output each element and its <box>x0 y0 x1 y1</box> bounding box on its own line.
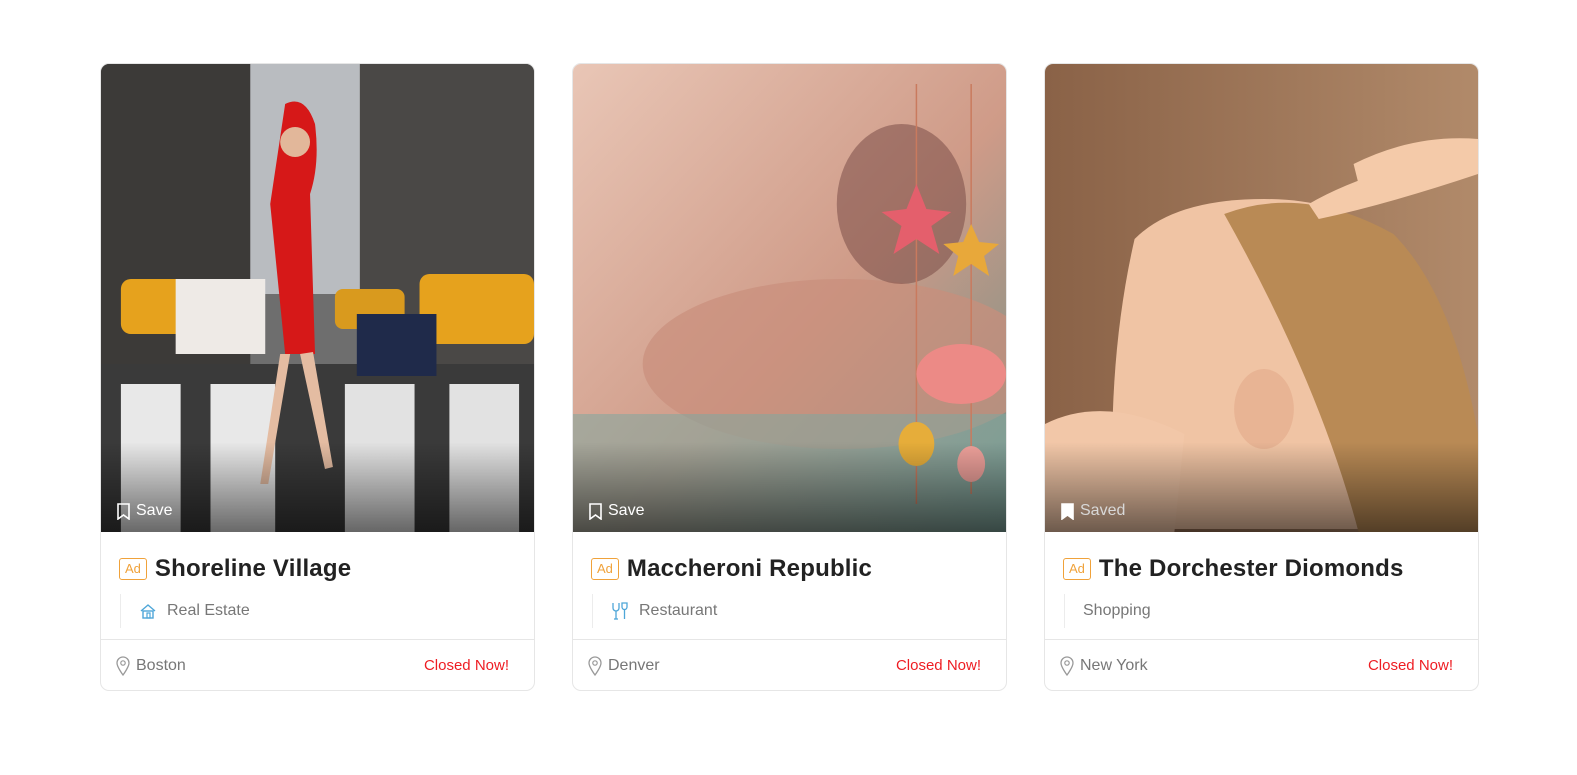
bookmark-icon <box>589 502 602 520</box>
ad-badge: Ad <box>591 558 619 580</box>
map-pin-icon <box>1060 655 1074 676</box>
map-pin-icon <box>588 655 602 676</box>
listing-info: Ad Maccheroni Republic Restaurant <box>573 532 1006 640</box>
save-button[interactable]: Save <box>117 502 172 520</box>
listing-image-shopping-street[interactable]: Save <box>101 64 534 532</box>
bookmark-icon <box>117 502 130 520</box>
listing-footer: New York Closed Now! <box>1045 640 1478 690</box>
listing-location[interactable]: New York <box>1060 655 1148 676</box>
location-label: Boston <box>136 656 186 674</box>
listing-location[interactable]: Denver <box>588 655 660 676</box>
location-label: New York <box>1080 656 1148 674</box>
ad-badge: Ad <box>1063 558 1091 580</box>
real-estate-icon <box>140 604 156 619</box>
save-button[interactable]: Save <box>589 502 644 520</box>
listing-category[interactable]: Restaurant <box>592 594 988 628</box>
save-label: Saved <box>1080 502 1126 519</box>
save-label: Save <box>608 502 645 519</box>
listing-title[interactable]: Maccheroni Republic <box>627 555 872 583</box>
listing-info: Ad Shoreline Village Real Estate <box>101 532 534 640</box>
listing-footer: Denver Closed Now! <box>573 640 1006 690</box>
listing-image-spa-massage[interactable]: Saved <box>1045 64 1478 532</box>
listing-footer: Boston Closed Now! <box>101 640 534 690</box>
listing-category[interactable]: Shopping <box>1064 594 1460 628</box>
ad-badge: Ad <box>119 558 147 580</box>
location-label: Denver <box>608 656 660 674</box>
restaurant-icon <box>612 602 628 620</box>
listing-info: Ad The Dorchester Diomonds Shopping <box>1045 532 1478 640</box>
status-badge: Closed Now! <box>895 657 981 674</box>
listing-title[interactable]: The Dorchester Diomonds <box>1099 555 1404 583</box>
listing-card[interactable]: Saved Ad The Dorchester Diomonds Shoppin… <box>1044 63 1479 691</box>
bookmark-filled-icon <box>1061 502 1074 520</box>
save-label: Save <box>136 502 173 519</box>
saved-button[interactable]: Saved <box>1061 502 1125 520</box>
listing-category[interactable]: Real Estate <box>120 594 516 628</box>
listing-card[interactable]: Save Ad Maccheroni Republic Restaurant D… <box>572 63 1007 691</box>
category-label: Shopping <box>1083 602 1151 619</box>
map-pin-icon <box>116 655 130 676</box>
status-badge: Closed Now! <box>1367 657 1453 674</box>
listing-grid: Save Ad Shoreline Village Real Estate Bo… <box>100 63 1479 691</box>
status-badge: Closed Now! <box>423 657 509 674</box>
listing-title[interactable]: Shoreline Village <box>155 555 351 583</box>
category-label: Real Estate <box>167 602 250 619</box>
listing-image-baby-mobile[interactable]: Save <box>573 64 1006 532</box>
listing-location[interactable]: Boston <box>116 655 186 676</box>
category-label: Restaurant <box>639 602 718 619</box>
listing-card[interactable]: Save Ad Shoreline Village Real Estate Bo… <box>100 63 535 691</box>
